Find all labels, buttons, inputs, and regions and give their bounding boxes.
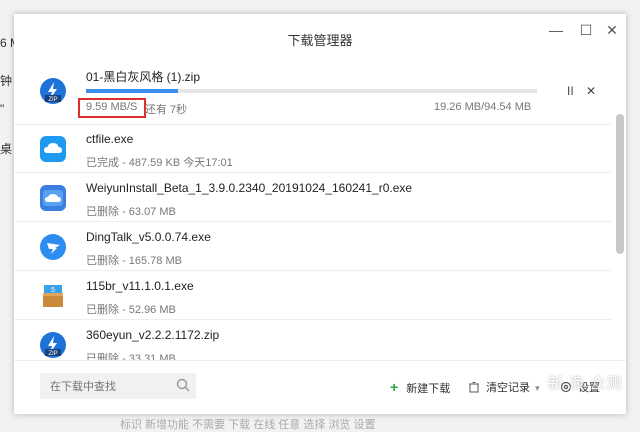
list-item[interactable]: DingTalk_v5.0.0.74.exe 已删除 - 165.78 MB bbox=[14, 222, 612, 271]
item-name: DingTalk_v5.0.0.74.exe bbox=[86, 230, 211, 244]
weiyun-icon bbox=[40, 185, 66, 211]
minimize-button[interactable]: — bbox=[546, 22, 566, 38]
new-download-button[interactable]: + 新建下载 bbox=[390, 379, 450, 396]
active-download-row[interactable]: ZIP 01-黑白灰风格 (1).zip 9.59 MB/S 还有 7秒 19.… bbox=[14, 60, 612, 125]
download-speed: 9.59 MB/S bbox=[86, 101, 138, 113]
progress-bar bbox=[86, 89, 537, 93]
item-status: 已删除 - 52.96 MB bbox=[86, 304, 176, 316]
title-bar: 下载管理器 — ☐ ✕ bbox=[14, 14, 626, 60]
clear-records-label: 清空记录 bbox=[486, 382, 531, 394]
item-name: 115br_v11.1.0.1.exe bbox=[86, 279, 194, 293]
dingtalk-icon bbox=[40, 234, 66, 260]
svg-text:ZIP: ZIP bbox=[48, 97, 57, 103]
list-item[interactable]: ctfile.exe 已完成 - 487.59 KB 今天17:01 bbox=[14, 124, 612, 173]
item-name: 360eyun_v2.2.2.1172.zip bbox=[86, 328, 220, 342]
bg-fragment-2: 钟 bbox=[0, 74, 13, 88]
watermark: 新 浪 众测 bbox=[548, 375, 623, 392]
search-icon[interactable] bbox=[176, 378, 190, 392]
download-list: ZIP 01-黑白灰风格 (1).zip 9.59 MB/S 还有 7秒 19.… bbox=[14, 60, 612, 360]
scroll-thumb[interactable] bbox=[616, 114, 624, 254]
active-download-name: 01-黑白灰风格 (1).zip bbox=[86, 70, 201, 84]
new-download-label: 新建下载 bbox=[406, 383, 451, 395]
footer-bar: + 新建下载 清空记录 ▾ 设置 bbox=[14, 360, 626, 414]
progress-fill bbox=[86, 89, 178, 93]
svg-text:5: 5 bbox=[51, 287, 55, 294]
window-title: 下载管理器 bbox=[287, 33, 353, 48]
115-package-icon: 5 bbox=[43, 285, 63, 307]
download-manager-window: 下载管理器 — ☐ ✕ ZIP 01-黑白灰风格 (1).zip 9.59 MB… bbox=[14, 14, 626, 414]
cloud-app-icon bbox=[40, 136, 66, 162]
download-size: 19.26 MB/94.54 MB bbox=[434, 101, 532, 113]
item-status: 已完成 - 487.59 KB 今天17:01 bbox=[86, 157, 233, 169]
clear-records-button[interactable]: 清空记录 ▾ bbox=[468, 379, 540, 395]
zip-file-icon: ZIP bbox=[40, 78, 66, 104]
bg-fragment-3: " bbox=[0, 102, 5, 116]
item-status: 已删除 - 63.07 MB bbox=[86, 206, 176, 218]
search-box[interactable] bbox=[40, 373, 196, 399]
maximize-button[interactable]: ☐ bbox=[576, 22, 596, 39]
trash-icon bbox=[469, 382, 479, 393]
chevron-down-icon: ▾ bbox=[535, 383, 540, 393]
item-status: 已删除 - 165.78 MB bbox=[86, 255, 182, 267]
item-name: WeiyunInstall_Beta_1_3.9.0.2340_20191024… bbox=[86, 181, 413, 195]
zip-file-icon: ZIP bbox=[40, 332, 66, 358]
plus-icon: + bbox=[390, 379, 399, 395]
item-status: 已删除 - 33.31 MB bbox=[86, 353, 176, 360]
item-name: ctfile.exe bbox=[86, 132, 134, 146]
scrollbar[interactable] bbox=[616, 62, 624, 360]
cancel-button[interactable]: ✕ bbox=[586, 84, 596, 98]
pause-button[interactable]: II bbox=[567, 84, 574, 98]
close-button[interactable]: ✕ bbox=[602, 22, 622, 39]
list-item[interactable]: WeiyunInstall_Beta_1_3.9.0.2340_20191024… bbox=[14, 173, 612, 222]
time-remaining: 还有 7秒 bbox=[145, 104, 188, 116]
svg-text:ZIP: ZIP bbox=[48, 351, 57, 357]
list-item[interactable]: 5 115br_v11.1.0.1.exe 已删除 - 52.96 MB bbox=[14, 271, 612, 320]
bg-fragment-4: 桌 bbox=[0, 142, 13, 156]
list-item[interactable]: ZIP 360eyun_v2.2.2.1172.zip 已删除 - 33.31 … bbox=[14, 320, 612, 360]
search-input[interactable] bbox=[48, 377, 170, 397]
